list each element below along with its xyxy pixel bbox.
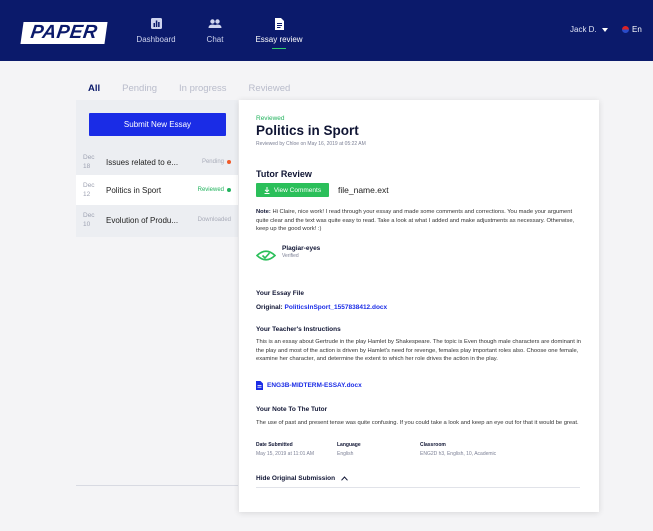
language-value: English bbox=[337, 451, 354, 457]
language-label: En bbox=[632, 25, 642, 34]
view-comments-button[interactable]: View Comments bbox=[256, 183, 329, 197]
plagiar-eyes-title: Plagiar-eyes bbox=[282, 245, 321, 252]
caret-down-icon bbox=[601, 27, 608, 32]
date-month: Dec bbox=[83, 182, 95, 189]
status-dot-icon bbox=[227, 188, 231, 192]
bar-chart-icon bbox=[150, 18, 162, 30]
chevron-up-icon bbox=[341, 476, 348, 481]
tab-pending[interactable]: Pending bbox=[122, 83, 157, 100]
instructions-text: This is an essay about Gertrude in the p… bbox=[256, 339, 582, 362]
active-nav-indicator bbox=[272, 47, 286, 49]
status-badge: Downloaded bbox=[198, 217, 231, 223]
page-title: Politics in Sport bbox=[256, 123, 359, 138]
classroom-label: Classroom bbox=[420, 442, 446, 448]
essay-file-heading: Your Essay File bbox=[256, 290, 304, 297]
hide-original-submission-toggle[interactable]: Hide Original Submission bbox=[256, 475, 348, 482]
status-badge: Pending bbox=[202, 159, 231, 165]
list-divider bbox=[76, 485, 238, 486]
essay-title: Politics in Sport bbox=[106, 185, 162, 195]
essay-list-item[interactable]: Dec 12 Politics in Sport Reviewed bbox=[76, 175, 238, 205]
view-comments-label: View Comments bbox=[273, 186, 322, 194]
essay-date: Dec 18 bbox=[83, 153, 103, 171]
essay-list-item[interactable]: Dec 18 Issues related to e... Pending bbox=[76, 147, 238, 177]
status-text: Pending bbox=[201, 159, 224, 165]
nav-chat-label: Chat bbox=[206, 34, 224, 44]
nav-dashboard[interactable]: Dashboard bbox=[131, 0, 181, 61]
hide-submission-label: Hide Original Submission bbox=[256, 475, 336, 482]
status-text: Downloaded bbox=[197, 217, 231, 223]
eye-check-icon bbox=[255, 248, 277, 266]
status-badge: Reviewed bbox=[198, 187, 231, 193]
nav-essay-review[interactable]: Essay review bbox=[248, 0, 310, 61]
tutor-note: Note: Hi Claire, nice work! I read throu… bbox=[256, 208, 586, 234]
note-to-tutor-heading: Your Note To The Tutor bbox=[256, 406, 328, 413]
note-text: Hi Claire, nice work! I read through you… bbox=[256, 209, 575, 232]
file-name[interactable]: file_name.ext bbox=[338, 185, 389, 195]
flag-icon bbox=[622, 26, 629, 33]
top-nav-bar: PAPER Dashboard Chat Essay review Jack D… bbox=[0, 0, 653, 61]
detail-status: Reviewed bbox=[256, 115, 285, 122]
date-day: 12 bbox=[83, 191, 91, 198]
classroom-value: ENG2D h3, English, 10, Academic bbox=[420, 451, 497, 457]
nav-essay-review-label: Essay review bbox=[255, 34, 303, 44]
date-day: 18 bbox=[83, 163, 91, 170]
original-file: Original: PoliticsInSport_1557838412.doc… bbox=[256, 304, 387, 311]
tutor-review-heading: Tutor Review bbox=[256, 169, 312, 179]
reviewed-by-text: Reviewed by Chloe on May 16, 2019 at 05:… bbox=[256, 141, 366, 147]
plagiar-eyes-status: Verified bbox=[282, 253, 299, 259]
nav-dashboard-label: Dashboard bbox=[136, 34, 176, 44]
card-divider bbox=[256, 487, 580, 488]
submit-new-essay-button[interactable]: Submit New Essay bbox=[89, 113, 226, 136]
user-menu[interactable]: Jack D. bbox=[570, 25, 608, 34]
date-month: Dec bbox=[83, 154, 95, 161]
essay-date: Dec 12 bbox=[83, 181, 103, 199]
tab-reviewed[interactable]: Reviewed bbox=[249, 83, 291, 100]
user-name: Jack D. bbox=[570, 25, 597, 34]
document-icon bbox=[274, 17, 284, 30]
language-label: Language bbox=[337, 442, 361, 448]
original-label: Original: bbox=[256, 304, 283, 311]
date-submitted-value: May 15, 2019 at 11:01 AM bbox=[256, 451, 315, 457]
language-selector[interactable]: En bbox=[622, 25, 642, 34]
essay-title: Issues related to e... bbox=[106, 157, 179, 167]
essay-detail-card: Reviewed Politics in Sport Reviewed by C… bbox=[239, 100, 599, 512]
essay-title: Evolution of Produ... bbox=[106, 215, 179, 225]
status-text: Reviewed bbox=[197, 187, 224, 193]
nav-chat[interactable]: Chat bbox=[200, 0, 230, 61]
essay-date: Dec 10 bbox=[83, 211, 103, 229]
instructions-file-link[interactable]: ENG3B-MIDTERM-ESSAY.docx bbox=[256, 381, 362, 390]
date-submitted-label: Date Submitted bbox=[256, 442, 293, 448]
status-tabs: All Pending In progress Reviewed bbox=[84, 83, 291, 103]
instructions-file-name: ENG3B-MIDTERM-ESSAY.docx bbox=[267, 382, 362, 389]
instructions-heading: Your Teacher's Instructions bbox=[256, 326, 341, 333]
tab-in-progress[interactable]: In progress bbox=[179, 83, 227, 100]
paper-logo[interactable]: PAPER bbox=[20, 22, 108, 44]
document-icon bbox=[256, 381, 263, 390]
status-dot-icon bbox=[227, 160, 231, 164]
original-file-link[interactable]: PoliticsInSport_1557838412.docx bbox=[285, 304, 388, 311]
people-icon bbox=[208, 18, 222, 30]
date-day: 10 bbox=[83, 221, 91, 228]
note-to-tutor-text: The use of past and present tense was qu… bbox=[256, 420, 579, 426]
note-label: Note: bbox=[256, 209, 271, 215]
essay-list-item[interactable]: Dec 10 Evolution of Produ... Downloaded bbox=[76, 205, 238, 235]
date-month: Dec bbox=[83, 212, 95, 219]
tab-all[interactable]: All bbox=[84, 83, 104, 103]
essay-list: Submit New Essay Dec 18 Issues related to… bbox=[76, 100, 238, 237]
download-icon bbox=[264, 186, 270, 194]
